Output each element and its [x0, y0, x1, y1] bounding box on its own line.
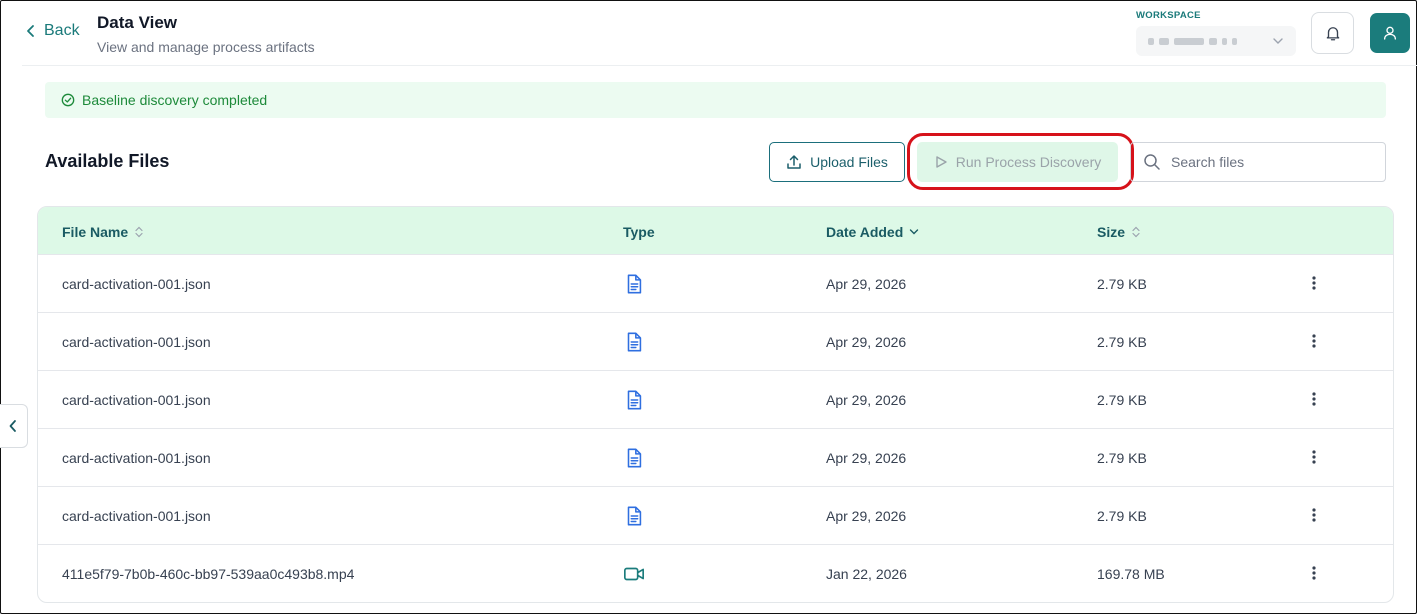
row-menu-button[interactable] — [1304, 447, 1324, 467]
file-name: card-activation-001.json — [62, 276, 211, 292]
column-label: Type — [623, 224, 655, 240]
document-icon — [627, 332, 642, 352]
file-name: 411e5f79-7b0b-460c-bb97-539aa0c493b8.mp4 — [62, 566, 355, 582]
row-menu-button[interactable] — [1304, 389, 1324, 409]
table-row[interactable]: 411e5f79-7b0b-460c-bb97-539aa0c493b8.mp4… — [38, 545, 1393, 602]
file-size: 2.79 KB — [1097, 450, 1147, 466]
date-added: Apr 29, 2026 — [826, 334, 907, 350]
table-row[interactable]: card-activation-001.json Apr 29, 2026 2.… — [38, 255, 1393, 313]
row-menu-button[interactable] — [1304, 331, 1324, 351]
check-circle-icon — [61, 93, 75, 107]
more-vertical-icon — [1312, 334, 1316, 348]
header-divider — [22, 65, 1417, 66]
bell-icon — [1326, 27, 1339, 41]
video-icon — [624, 567, 644, 581]
chevron-down-icon — [1273, 38, 1283, 44]
more-vertical-icon — [1312, 566, 1316, 580]
more-vertical-icon — [1312, 450, 1316, 464]
sort-icon — [1132, 226, 1140, 238]
date-added: Apr 29, 2026 — [826, 392, 907, 408]
search-input[interactable] — [1171, 154, 1371, 170]
chevron-left-icon — [27, 25, 34, 37]
page-subtitle: View and manage process artifacts — [97, 39, 315, 55]
date-added: Jan 22, 2026 — [826, 566, 907, 582]
file-size: 2.79 KB — [1097, 508, 1147, 524]
table-header: File Name Type Date Added Size — [38, 207, 1393, 255]
back-label: Back — [44, 22, 80, 39]
page-title: Data View — [97, 13, 178, 32]
more-vertical-icon — [1312, 508, 1316, 522]
file-name: card-activation-001.json — [62, 508, 211, 524]
upload-files-button[interactable]: Upload Files — [769, 142, 905, 182]
files-table: File Name Type Date Added Size card-acti… — [37, 206, 1394, 603]
file-name: card-activation-001.json — [62, 450, 211, 466]
workspace-name-redacted — [1148, 37, 1237, 45]
file-size: 2.79 KB — [1097, 276, 1147, 292]
workspace-label: WORKSPACE — [1136, 10, 1201, 21]
search-icon — [1144, 154, 1160, 170]
upload-files-label: Upload Files — [810, 154, 888, 170]
table-row[interactable]: card-activation-001.json Apr 29, 2026 2.… — [38, 487, 1393, 545]
more-vertical-icon — [1312, 392, 1316, 406]
document-icon — [627, 390, 642, 410]
column-label: Size — [1097, 224, 1126, 240]
file-name: card-activation-001.json — [62, 392, 211, 408]
column-label: File Name — [62, 224, 129, 240]
table-row[interactable]: card-activation-001.json Apr 29, 2026 2.… — [38, 371, 1393, 429]
row-menu-button[interactable] — [1304, 505, 1324, 525]
sort-icon — [135, 226, 143, 238]
notifications-button[interactable] — [1311, 12, 1354, 54]
column-label: Date Added — [826, 224, 904, 240]
date-added: Apr 29, 2026 — [826, 508, 907, 524]
row-menu-button[interactable] — [1304, 563, 1324, 583]
document-icon — [627, 448, 642, 468]
search-box[interactable] — [1130, 142, 1386, 182]
date-added: Apr 29, 2026 — [826, 276, 907, 292]
column-header-file-name[interactable]: File Name — [62, 224, 144, 240]
back-button[interactable]: Back — [24, 22, 80, 40]
table-row[interactable]: card-activation-001.json Apr 29, 2026 2.… — [38, 313, 1393, 371]
row-menu-button[interactable] — [1304, 273, 1324, 293]
date-added: Apr 29, 2026 — [826, 450, 907, 466]
user-icon — [1384, 26, 1396, 40]
document-icon — [627, 274, 642, 294]
column-header-size[interactable]: Size — [1097, 224, 1141, 240]
column-header-type: Type — [623, 224, 655, 240]
highlight-annotation — [907, 133, 1134, 190]
section-title: Available Files — [45, 151, 170, 171]
upload-icon — [787, 155, 801, 169]
more-vertical-icon — [1312, 276, 1316, 290]
sidebar-toggle-button[interactable] — [0, 404, 28, 448]
file-name: card-activation-001.json — [62, 334, 211, 350]
file-size: 2.79 KB — [1097, 392, 1147, 408]
banner-text: Baseline discovery completed — [82, 92, 268, 108]
user-avatar-button[interactable] — [1370, 13, 1410, 53]
table-row[interactable]: card-activation-001.json Apr 29, 2026 2.… — [38, 429, 1393, 487]
status-banner: Baseline discovery completed — [45, 82, 1386, 118]
chevron-down-icon — [910, 229, 919, 235]
file-size: 169.78 MB — [1097, 566, 1165, 582]
file-size: 2.79 KB — [1097, 334, 1147, 350]
workspace-select[interactable] — [1136, 26, 1296, 56]
column-header-date-added[interactable]: Date Added — [826, 224, 919, 240]
document-icon — [627, 506, 642, 526]
chevron-left-icon — [9, 420, 16, 432]
